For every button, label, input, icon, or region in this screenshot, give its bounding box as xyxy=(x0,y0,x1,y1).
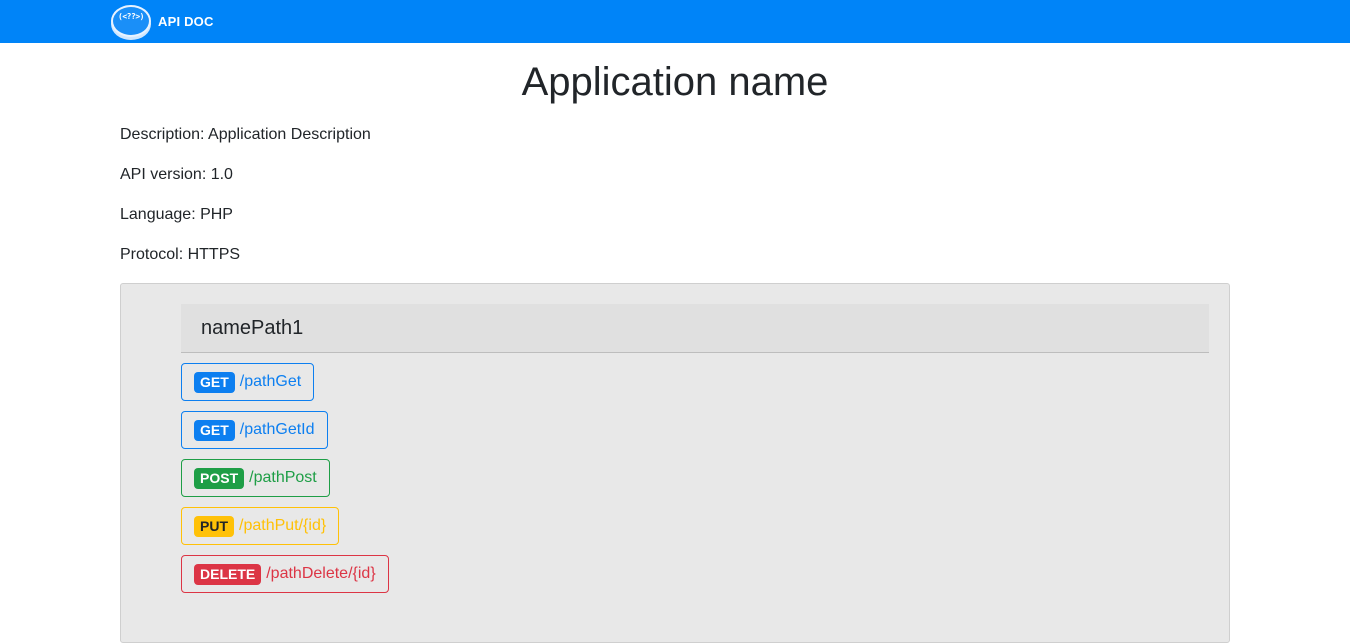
endpoint-put-pathput[interactable]: PUT /pathPut/{id} xyxy=(181,507,340,545)
section-header[interactable]: namePath1 xyxy=(181,304,1209,353)
api-version: API version: 1.0 xyxy=(120,166,233,183)
method-badge-delete: DELETE xyxy=(194,563,262,585)
endpoint-get-pathgetid[interactable]: GET /pathGetId xyxy=(181,411,328,449)
endpoint-path: /pathGetId xyxy=(239,421,315,438)
endpoint-path: /pathPost xyxy=(249,469,317,486)
app-description: Description: Application Description xyxy=(120,126,371,143)
method-badge-get: GET xyxy=(194,419,235,441)
page-title: Application name xyxy=(521,60,829,104)
endpoint-path: /pathPut/{id} xyxy=(239,517,327,534)
method-badge-post: POST xyxy=(194,467,245,489)
endpoint-delete-pathdelete[interactable]: DELETE /pathDelete/{id} xyxy=(181,555,389,593)
api-protocol: Protocol: HTTPS xyxy=(120,246,241,263)
section-title: namePath1 xyxy=(201,317,304,339)
method-badge-get: GET xyxy=(194,371,235,393)
endpoint-post-pathpost[interactable]: POST /pathPost xyxy=(181,459,330,497)
api-logo-icon: (<??>) xyxy=(110,3,152,39)
brand-name: API DOC xyxy=(158,13,214,29)
brand-link[interactable]: (<??>) API DOC xyxy=(110,3,214,39)
endpoint-path: /pathGet xyxy=(239,373,302,390)
endpoints-panel: namePath1 GET /pathGet GET /pathGetId PO… xyxy=(120,283,1230,643)
endpoint-get-pathget[interactable]: GET /pathGet xyxy=(181,363,315,401)
method-badge-put: PUT xyxy=(194,515,234,537)
api-language: Language: PHP xyxy=(120,206,233,223)
endpoint-path: /pathDelete/{id} xyxy=(266,565,376,582)
top-navbar: (<??>) API DOC xyxy=(0,0,1350,43)
